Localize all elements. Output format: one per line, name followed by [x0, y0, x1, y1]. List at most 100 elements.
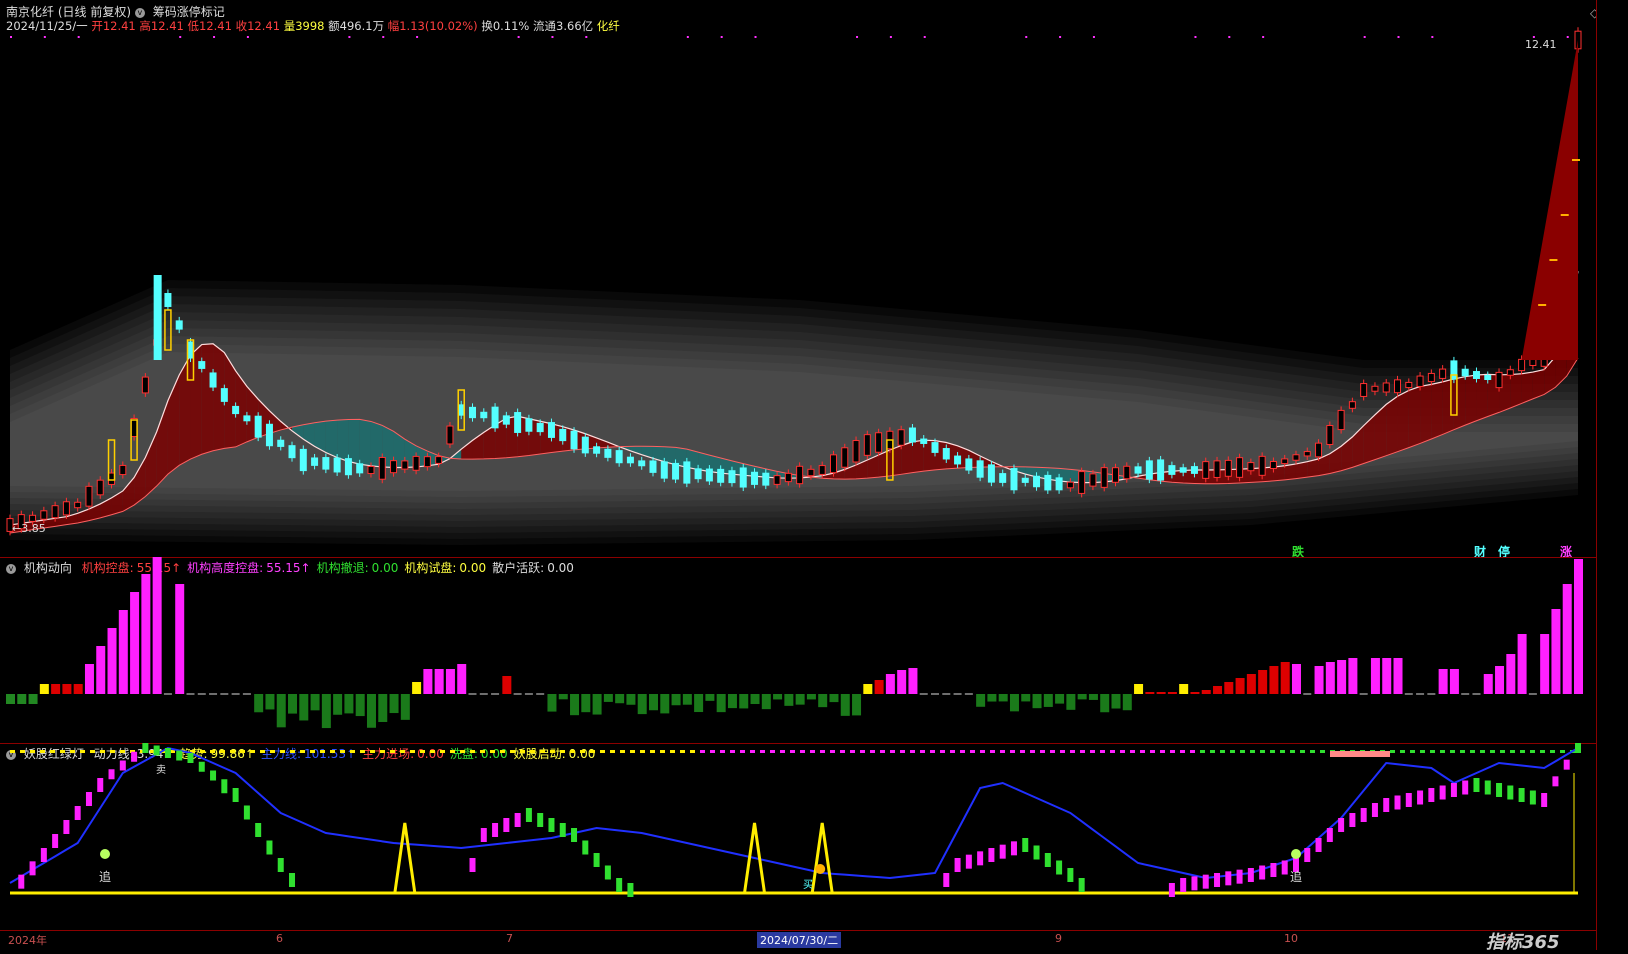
- institution-bar: [1495, 666, 1505, 694]
- ma-fill-segment: [1386, 396, 1398, 456]
- institution-bar: [445, 669, 455, 694]
- threshold-dash: [1470, 750, 1475, 753]
- candle-body: [863, 434, 871, 456]
- institution-bar: [1246, 674, 1256, 694]
- threshold-dash: [1440, 750, 1445, 753]
- institution-bar: [570, 694, 580, 716]
- candle-body: [74, 501, 82, 509]
- institution-bar: [716, 694, 726, 713]
- threshold-dash: [710, 750, 715, 753]
- price-chart[interactable]: [0, 0, 1596, 550]
- momentum-block: [616, 878, 623, 892]
- threshold-dash: [90, 750, 95, 753]
- top-marker-dot: [1092, 36, 1095, 38]
- institution-bar: [637, 694, 647, 715]
- institution-bar: [1506, 654, 1516, 694]
- momentum-block: [1326, 828, 1333, 842]
- threshold-dash: [1510, 750, 1515, 753]
- top-marker-dot: [585, 36, 588, 38]
- threshold-dash: [690, 750, 695, 753]
- candle-body: [615, 450, 623, 464]
- candle-body: [423, 456, 431, 468]
- momentum-block: [1247, 868, 1254, 882]
- momentum-block: [1575, 743, 1581, 753]
- threshold-dash: [1400, 750, 1405, 753]
- institution-bar: [457, 664, 467, 694]
- candle-body: [1010, 468, 1018, 491]
- institution-bar: [1540, 634, 1550, 694]
- momentum-block: [1552, 776, 1559, 787]
- threshold-dash: [460, 750, 465, 753]
- institution-bar: [1562, 584, 1572, 694]
- top-marker-dot: [889, 36, 892, 38]
- institution-bar-chart[interactable]: [0, 557, 1596, 737]
- momentum-block: [988, 848, 995, 862]
- candle-body: [85, 485, 93, 507]
- chase-dot-1: [100, 849, 110, 859]
- threshold-dash: [880, 750, 885, 753]
- momentum-block: [1078, 878, 1085, 892]
- candle-body: [829, 454, 837, 474]
- institution-bar: [852, 694, 862, 716]
- candle-body: [1021, 477, 1029, 483]
- threshold-dash: [30, 750, 35, 753]
- candle-body: [1416, 375, 1424, 387]
- momentum-block: [1405, 793, 1412, 807]
- low-price-label: ←3.85: [12, 522, 46, 535]
- right-scale-bar[interactable]: [1596, 0, 1628, 950]
- top-marker-dot: [348, 36, 351, 38]
- candle-body: [897, 429, 905, 446]
- candle-body: [1111, 467, 1119, 483]
- institution-bar: [1449, 669, 1459, 694]
- threshold-dash: [550, 750, 555, 753]
- threshold-dash: [1050, 750, 1055, 753]
- institution-bar: [1122, 694, 1132, 711]
- threshold-dash: [1490, 750, 1495, 753]
- momentum-block: [1044, 853, 1051, 867]
- traffic-light-chart[interactable]: [0, 743, 1596, 931]
- threshold-dash: [790, 750, 795, 753]
- x-label-2024: 2024年: [8, 934, 47, 947]
- threshold-dash: [1020, 750, 1025, 753]
- threshold-dash: [1300, 750, 1305, 753]
- institution-bar: [141, 574, 151, 694]
- candle-body: [322, 457, 330, 470]
- institution-bar: [547, 694, 557, 712]
- institution-bar: [682, 694, 692, 705]
- institution-bar: [1517, 634, 1527, 694]
- candle-body: [1213, 460, 1221, 478]
- candle-body: [1078, 471, 1086, 494]
- threshold-dash: [600, 750, 605, 753]
- candle-body: [1157, 459, 1165, 481]
- institution-bar: [1156, 692, 1166, 694]
- momentum-block: [1214, 873, 1221, 887]
- threshold-dash: [1200, 750, 1205, 753]
- candle-body: [209, 372, 217, 388]
- candle-body: [40, 510, 48, 520]
- momentum-block: [559, 823, 566, 837]
- institution-bar: [1291, 664, 1301, 694]
- candle-body: [875, 432, 883, 453]
- momentum-block: [1225, 871, 1232, 886]
- threshold-dash: [730, 750, 735, 753]
- threshold-dash: [330, 750, 335, 753]
- threshold-dash: [1180, 750, 1185, 753]
- threshold-dash: [1100, 750, 1105, 753]
- threshold-dash: [430, 750, 435, 753]
- top-marker-dot: [1566, 36, 1569, 38]
- momentum-block: [954, 858, 961, 872]
- institution-bar: [671, 694, 681, 706]
- threshold-dash: [1410, 750, 1415, 753]
- institution-bar: [310, 694, 320, 711]
- top-marker-dot: [1059, 36, 1062, 38]
- threshold-dash: [280, 750, 285, 753]
- institution-bar: [558, 694, 568, 700]
- candle-body: [446, 425, 454, 445]
- threshold-dash: [210, 750, 215, 753]
- candle-body: [1145, 460, 1153, 480]
- threshold-dash: [1520, 750, 1525, 753]
- ma-fill-segment: [359, 419, 371, 466]
- candle-body: [1439, 368, 1447, 379]
- momentum-block: [1056, 860, 1063, 875]
- candle-body: [1190, 466, 1198, 474]
